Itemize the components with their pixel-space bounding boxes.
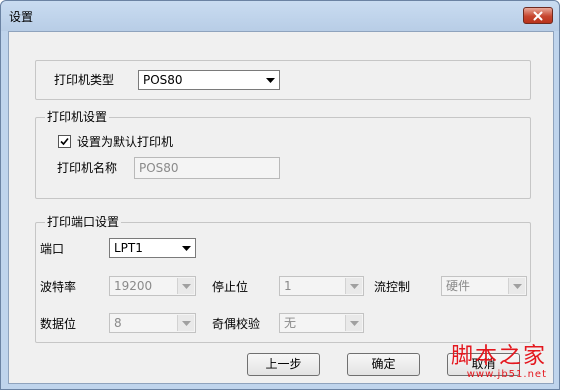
default-printer-label[interactable]: 设置为默认打印机 — [77, 135, 173, 149]
close-icon — [533, 11, 543, 20]
printer-settings-legend: 打印机设置 — [45, 110, 110, 124]
port-settings-legend: 打印端口设置 — [45, 215, 122, 229]
chevron-down-icon — [345, 278, 362, 294]
port-label: 端口 — [40, 242, 65, 256]
printer-name-field: POS80 — [134, 157, 280, 179]
title-bar[interactable]: 设置 — [1, 1, 559, 31]
site-watermark: 脚本之家 www.jb51.net — [451, 346, 547, 380]
stop-bits-select: 1 — [279, 276, 364, 296]
settings-dialog: 设置 打印机类型 POS80 打印机设置 设置为默认打印机 打印机名称 POS8… — [0, 0, 560, 390]
flow-control-value: 硬件 — [446, 279, 471, 293]
chevron-down-icon — [262, 72, 278, 88]
chevron-down-icon — [177, 278, 194, 294]
flow-control-select: 硬件 — [441, 276, 527, 296]
checkmark-icon — [60, 137, 69, 146]
port-settings-group: 打印端口设置 端口 LPT1 波特率 19200 停止位 1 流控制 硬件 数据… — [35, 215, 531, 343]
parity-label: 奇偶校验 — [212, 317, 261, 331]
data-bits-select: 8 — [109, 313, 196, 333]
chevron-down-icon — [177, 315, 194, 331]
port-value: LPT1 — [114, 241, 143, 255]
printer-type-select[interactable]: POS80 — [138, 70, 280, 90]
close-button[interactable] — [523, 7, 553, 24]
printer-name-value: POS80 — [139, 161, 179, 175]
ok-button[interactable]: 确定 — [347, 353, 420, 376]
flow-control-label: 流控制 — [374, 280, 411, 294]
printer-settings-group: 打印机设置 设置为默认打印机 打印机名称 POS80 — [35, 110, 531, 199]
port-select[interactable]: LPT1 — [109, 238, 196, 258]
stop-bits-value: 1 — [284, 279, 292, 293]
chevron-down-icon — [178, 240, 194, 256]
stop-bits-label: 停止位 — [212, 280, 249, 294]
baud-rate-label: 波特率 — [40, 280, 77, 294]
default-printer-checkbox[interactable] — [58, 135, 71, 148]
data-bits-label: 数据位 — [40, 317, 77, 331]
window-title: 设置 — [9, 10, 34, 24]
printer-type-group: 打印机类型 POS80 — [35, 60, 531, 100]
previous-step-button[interactable]: 上一步 — [247, 353, 320, 376]
printer-name-label: 打印机名称 — [57, 161, 118, 175]
chevron-down-icon — [345, 315, 362, 331]
watermark-text: 脚本之家 — [450, 344, 547, 369]
chevron-down-icon — [508, 278, 525, 294]
parity-select: 无 — [279, 313, 364, 333]
watermark-url: www.jb51.net — [466, 369, 547, 380]
printer-type-label: 打印机类型 — [54, 73, 115, 87]
baud-rate-select: 19200 — [109, 276, 196, 296]
dialog-client-area: 打印机类型 POS80 打印机设置 设置为默认打印机 打印机名称 POS80 打… — [8, 31, 554, 384]
data-bits-value: 8 — [114, 316, 122, 330]
baud-rate-value: 19200 — [114, 279, 153, 293]
printer-type-value: POS80 — [143, 73, 183, 87]
parity-value: 无 — [284, 316, 297, 330]
